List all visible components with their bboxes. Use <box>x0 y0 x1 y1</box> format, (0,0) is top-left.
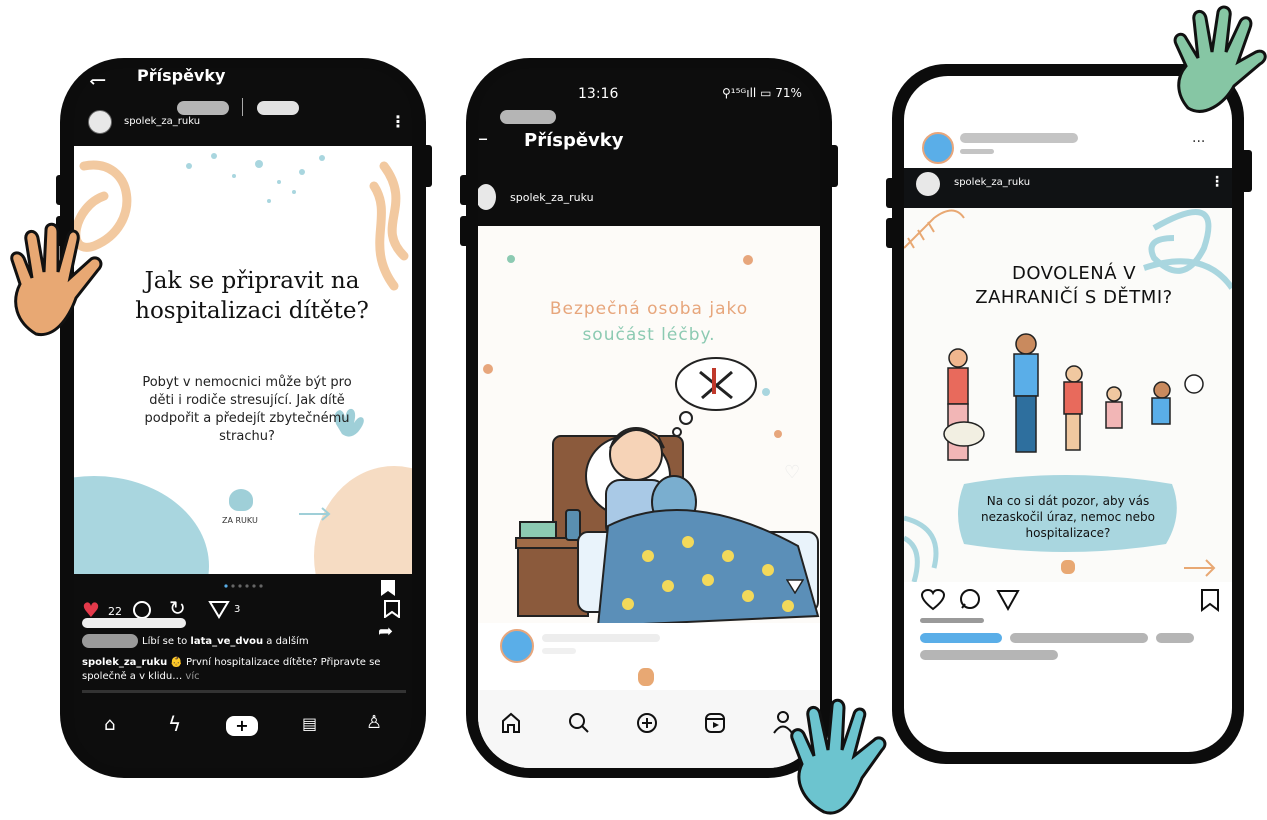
notch-divider <box>242 98 243 116</box>
comment-icon[interactable] <box>958 588 982 612</box>
carousel-dots <box>224 584 264 588</box>
story-avatar[interactable] <box>500 629 534 663</box>
text-placeholder-bar-4 <box>920 650 1058 660</box>
reels-icon[interactable] <box>704 712 726 734</box>
liker-avatars <box>82 634 138 648</box>
post-title: Bezpečná osoba jako součást léčby. <box>478 296 820 348</box>
notch-pill-left <box>177 101 229 115</box>
avatar[interactable] <box>88 110 112 134</box>
notch-pill-right <box>257 101 299 115</box>
text-placeholder-bar-2 <box>960 149 994 154</box>
more-options-icon-2[interactable]: ⋮ <box>1210 174 1224 190</box>
liked-by-user[interactable]: lata_ve_dvou <box>190 636 263 647</box>
phone1-screen: ← Příspěvky spolek_za_ruku ⋮ Jak se přip… <box>74 68 412 768</box>
post-title-line2: součást léčby. <box>582 325 716 345</box>
post-header <box>904 168 1232 208</box>
lightning-icon[interactable]: ϟ <box>168 712 181 736</box>
notch-pill <box>500 110 556 124</box>
like-heart-icon[interactable] <box>920 588 946 612</box>
page-title: Příspěvky <box>524 130 624 151</box>
small-hand-logo-icon <box>1061 560 1075 574</box>
green-hand-decoration <box>1173 5 1267 113</box>
post-image: Jak se připravit na hospitalizaci dítěte… <box>74 146 412 574</box>
share-icon[interactable] <box>996 588 1020 612</box>
create-button[interactable]: + <box>226 716 258 736</box>
page-title: Příspěvky <box>137 68 226 85</box>
orange-hand-decoration <box>10 222 103 337</box>
bottom-nav <box>478 690 820 768</box>
status-time: 13:16 <box>578 86 619 102</box>
liked-by-suffix: a dalším <box>266 636 309 647</box>
like-count: 22 <box>108 605 122 618</box>
logo-hands-icon <box>229 489 253 511</box>
more-options-icon[interactable]: ··· <box>1192 134 1205 150</box>
logo-text: ZA RUKU <box>222 516 258 525</box>
post-image: Bezpečná osoba jako součást léčby. ♡ <box>478 226 820 676</box>
heart-outline-icon: ♡ <box>784 462 801 483</box>
story-avatar[interactable] <box>922 132 954 164</box>
bookmark-filled-icon[interactable] <box>380 579 396 597</box>
back-arrow-icon[interactable]: ← <box>88 68 106 93</box>
phone3-screen: ··· spolek_za_ruku ⋮ DOVOLENÁ V ZAHRANIČ… <box>904 76 1232 752</box>
caption-user[interactable]: spolek_za_ruku <box>82 657 167 668</box>
bookmark-icon[interactable] <box>1200 588 1220 612</box>
profile-icon[interactable]: ♙ <box>366 712 382 733</box>
status-icons: ⚲¹⁵ᴳıll ▭ 71% <box>722 86 802 100</box>
cyan-hand-decoration <box>790 698 887 815</box>
phone2-screen: 13:16 ⚲¹⁵ᴳıll ▭ 71% – Příspěvky spolek_z… <box>478 68 820 768</box>
share-icon[interactable] <box>208 599 230 619</box>
comment-icon[interactable] <box>132 600 152 620</box>
home-icon[interactable]: ⌂ <box>104 714 115 735</box>
text-placeholder-bar-3 <box>1156 633 1194 643</box>
share-count: 3 <box>234 604 241 615</box>
post-body: Pobyt v nemocnici může být pro děti i ro… <box>142 375 352 444</box>
bookmark-icon[interactable] <box>384 600 400 618</box>
post-title: DOVOLENÁ V ZAHRANIČÍ S DĚTMI? <box>975 263 1173 308</box>
send-icon[interactable] <box>786 578 804 594</box>
back-arrow-icon[interactable]: – <box>478 126 488 150</box>
text-placeholder-bar <box>542 634 660 642</box>
text-placeholder-bar <box>960 133 1078 143</box>
liked-by-text: Líbí se to lata_ve_dvou a dalším <box>142 636 309 647</box>
username[interactable]: spolek_za_ruku <box>510 191 594 204</box>
repost-icon[interactable]: ↻ <box>169 596 186 620</box>
caption: spolek_za_ruku 👶 První hospitalizace dít… <box>82 656 400 684</box>
text-placeholder-bar-2 <box>542 648 576 654</box>
caption-more-link[interactable]: víc <box>185 671 199 682</box>
post-body: Na co si dát pozor, aby vás nezaskočil ú… <box>980 494 1156 540</box>
home-icon[interactable] <box>500 712 522 734</box>
username[interactable]: spolek_za_ruku <box>124 116 200 127</box>
post-title: Jak se připravit na hospitalizaci dítěte… <box>135 268 369 324</box>
post-title-line1: Bezpečná osoba jako <box>549 299 749 319</box>
add-icon[interactable] <box>636 712 658 734</box>
avatar[interactable] <box>916 172 940 196</box>
messages-icon[interactable]: ▤ <box>302 714 317 733</box>
text-placeholder-bar <box>82 618 186 628</box>
username[interactable]: spolek_za_ruku <box>954 177 1030 188</box>
search-icon[interactable] <box>568 712 590 734</box>
sick-child-illustration <box>483 255 820 640</box>
forward-icon[interactable]: ➦ <box>378 621 393 642</box>
post-image: DOVOLENÁ V ZAHRANIČÍ S DĚTMI? Na co si d… <box>904 208 1232 582</box>
liked-by-prefix: Líbí se to <box>142 636 188 647</box>
caption-divider <box>82 690 406 693</box>
text-placeholder-bar-2 <box>1010 633 1148 643</box>
hashtag-placeholder-bar <box>920 633 1002 643</box>
avatar[interactable] <box>478 184 496 210</box>
small-hand-logo-icon <box>638 668 654 686</box>
text-placeholder-bar <box>920 618 984 623</box>
more-options-icon[interactable]: ⋮ <box>390 112 406 131</box>
